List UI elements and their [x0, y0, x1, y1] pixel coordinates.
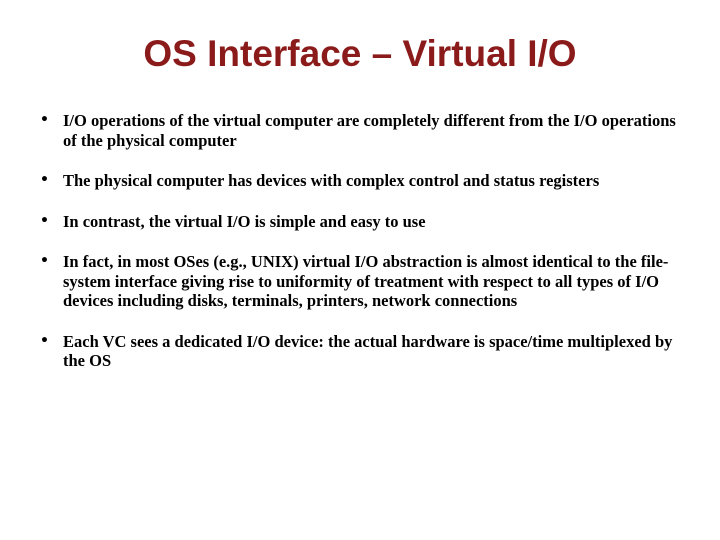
bullet-marker: • — [40, 112, 49, 128]
bullet-item-3: • In contrast, the virtual I/O is simple… — [38, 212, 678, 232]
bullet-marker: • — [40, 172, 49, 188]
bullet-item-2: • The physical computer has devices with… — [38, 171, 678, 191]
slide: OS Interface – Virtual I/O • I/O operati… — [0, 0, 720, 540]
bullet-text-4: In fact, in most OSes (e.g., UNIX) virtu… — [63, 252, 669, 310]
bullet-item-4: • In fact, in most OSes (e.g., UNIX) vir… — [38, 252, 678, 311]
bullet-marker: • — [40, 212, 49, 229]
bullet-text-5: Each VC sees a dedicated I/O device: the… — [63, 331, 673, 371]
slide-title: OS Interface – Virtual I/O — [143, 33, 577, 74]
bullet-text-1: I/O operations of the virtual computer a… — [63, 111, 676, 150]
bullet-list: • I/O operations of the virtual computer… — [38, 111, 678, 392]
bullet-item-1: • I/O operations of the virtual computer… — [38, 111, 678, 150]
bullet-item-5: • Each VC sees a dedicated I/O device: t… — [38, 332, 678, 371]
bullet-marker: • — [40, 253, 49, 269]
bullet-text-3: In contrast, the virtual I/O is simple a… — [63, 211, 426, 231]
bullet-text-2: The physical computer has devices with c… — [63, 171, 600, 190]
bullet-marker: • — [40, 332, 49, 349]
